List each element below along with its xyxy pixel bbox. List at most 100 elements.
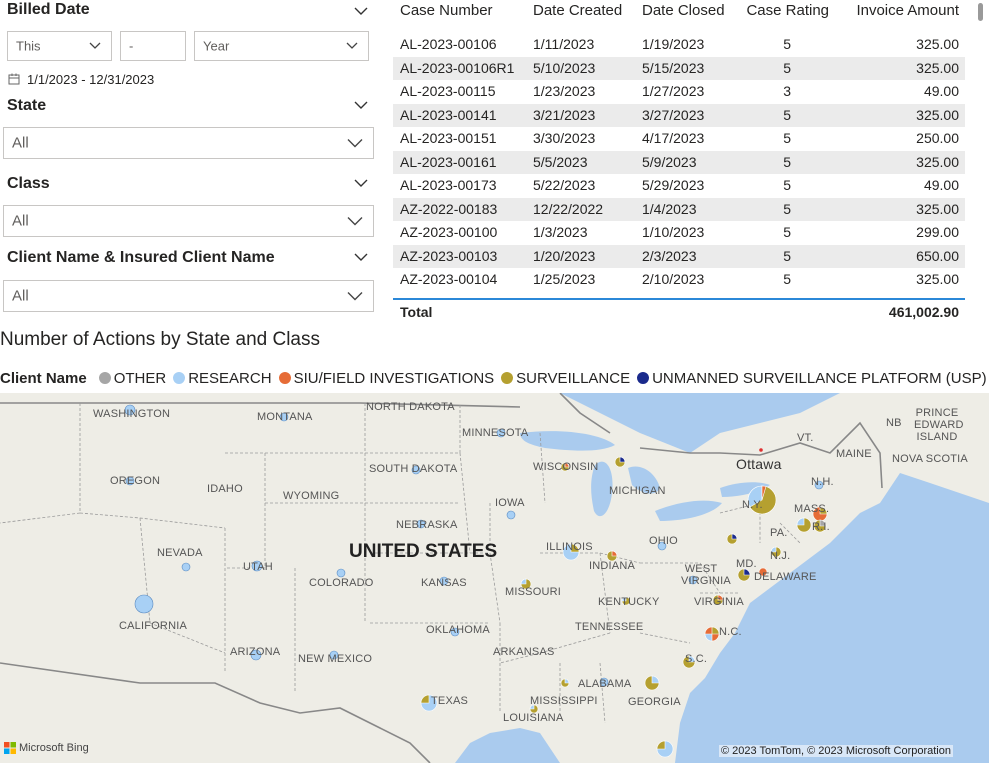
map-place-label: UTAH — [243, 561, 273, 573]
legend-dot-icon — [278, 372, 291, 384]
class-dropdown[interactable]: All — [3, 205, 374, 237]
date-count-value: - — [129, 38, 134, 54]
client-dropdown[interactable]: All — [3, 280, 374, 312]
table-cell: 1/3/2023 — [533, 224, 588, 240]
legend-dot-icon — [637, 372, 650, 384]
table-cell: AL-2023-00106R1 — [400, 59, 515, 76]
table-scrollbar[interactable] — [978, 3, 983, 21]
table-cell: 5 — [783, 130, 791, 146]
map-place-label: MINNESOTA — [462, 427, 529, 439]
header-case-number[interactable]: Case Number — [400, 2, 493, 19]
table-cell: 5/10/2023 — [533, 59, 596, 76]
map-place-label: N.H. — [811, 476, 834, 488]
table-row[interactable]: AL-2023-00106 1/11/2023 1/19/2023 5 325.00 — [393, 33, 965, 57]
map-place-label: GEORGIA — [628, 696, 681, 708]
table-cell: 3/30/2023 — [533, 130, 596, 146]
map-place-label: INDIANA — [589, 560, 636, 572]
table-cell: AZ-2022-00183 — [400, 200, 498, 217]
legend-item[interactable]: SIU/FIELD INVESTIGATIONS — [278, 370, 494, 387]
legend-item[interactable]: SURVEILLANCE — [501, 370, 630, 387]
map-place-label: ALABAMA — [578, 678, 632, 690]
map-place-label: ARKANSAS — [493, 646, 555, 658]
table-cell: 49.00 — [923, 83, 959, 99]
table-cell: 1/20/2023 — [533, 247, 596, 264]
table-cell: AL-2023-00173 — [400, 177, 497, 193]
table-row[interactable]: AL-2023-00141 3/21/2023 3/27/2023 5 325.00 — [393, 103, 965, 127]
table-cell: 5 — [783, 224, 791, 240]
table-cell: 1/25/2023 — [533, 271, 596, 287]
date-period-dropdown[interactable]: Year — [194, 31, 369, 61]
legend-label: UNMANNED SURVEILLANCE PLATFORM (USP) — [652, 369, 987, 387]
map-place-label: S.C. — [685, 653, 708, 665]
relative-date-dropdown[interactable]: This — [7, 31, 112, 61]
map-place-label: OKLAHOMA — [426, 624, 490, 636]
table-cell: 5 — [783, 271, 791, 287]
map-place-label: IDAHO — [207, 483, 243, 495]
legend-item[interactable]: OTHER — [98, 370, 166, 387]
map-place-label: KANSAS — [421, 577, 467, 589]
map-place-label: N.C. — [719, 626, 742, 638]
header-date-closed[interactable]: Date Closed — [642, 2, 725, 19]
legend-item[interactable]: UNMANNED SURVEILLANCE PLATFORM (USP) — [637, 370, 987, 387]
map-place-label: TENNESSEE — [575, 621, 644, 633]
legend-item[interactable]: RESEARCH — [173, 370, 272, 387]
date-count-input[interactable]: - — [120, 31, 186, 61]
us-map[interactable]: WASHINGTON MONTANA NORTH DAKOTA MINNESOTA PR… — [0, 393, 989, 763]
state-title: State — [7, 97, 47, 114]
chevron-down-icon[interactable] — [354, 252, 368, 262]
map-place-label: OREGON — [110, 475, 161, 487]
table-cell: AL-2023-00151 — [400, 130, 497, 146]
map-place-label: LOUISIANA — [503, 712, 564, 724]
table-cell: 1/4/2023 — [642, 200, 697, 217]
map-place-label: VT. — [797, 432, 814, 444]
total-separator — [393, 298, 965, 300]
chevron-down-icon[interactable] — [354, 178, 368, 188]
map-place-label: MICHIGAN — [609, 485, 666, 497]
table-cell: AZ-2023-00100 — [400, 224, 498, 240]
table-row[interactable]: AZ-2022-00183 12/22/2022 1/4/2023 5 325.00 — [393, 197, 965, 221]
table-cell: 49.00 — [923, 177, 959, 193]
chevron-down-icon[interactable] — [354, 100, 368, 110]
chevron-down-icon — [347, 292, 363, 301]
header-invoice-amount[interactable]: Invoice Amount — [856, 2, 959, 19]
table-row[interactable]: AL-2023-00115 1/23/2023 1/27/2023 3 49.00 — [393, 80, 965, 104]
table-row[interactable]: AL-2023-00161 5/5/2023 5/9/2023 5 325.00 — [393, 150, 965, 174]
table-cell: 5 — [783, 59, 791, 76]
table-cell: 5 — [783, 106, 791, 123]
table-cell: 325.00 — [916, 106, 959, 123]
table-row[interactable]: AZ-2023-00100 1/3/2023 1/10/2023 5 299.00 — [393, 221, 965, 245]
table-cell: AZ-2023-00103 — [400, 247, 498, 264]
map-place-label: COLORADO — [309, 577, 374, 589]
table-row[interactable]: AL-2023-00106R1 5/10/2023 5/15/2023 5 325.00 — [393, 56, 965, 80]
table-row[interactable]: AZ-2023-00104 1/25/2023 2/10/2023 5 325.00 — [393, 268, 965, 292]
map-place-label: NEBRASKA — [396, 519, 458, 531]
table-body: AL-2023-00106 1/11/2023 1/19/2023 5 325.00 AL… — [393, 33, 965, 292]
chevron-down-icon — [347, 139, 363, 148]
table-row[interactable]: AL-2023-00173 5/22/2023 5/29/2023 5 49.00 — [393, 174, 965, 198]
legend-label: SURVEILLANCE — [516, 369, 631, 387]
table-cell: AL-2023-00161 — [400, 153, 497, 170]
map-place-label: MASS. — [794, 503, 830, 515]
table-row[interactable]: AL-2023-00151 3/30/2023 4/17/2023 5 250.00 — [393, 127, 965, 151]
microsoft-logo-icon — [4, 742, 16, 754]
map-place-label: MD. — [736, 558, 757, 570]
table-row[interactable]: AZ-2023-00103 1/20/2023 2/3/2023 5 650.00 — [393, 244, 965, 268]
header-date-created[interactable]: Date Created — [533, 2, 622, 19]
header-case-rating[interactable]: Case Rating — [746, 2, 829, 19]
table-cell: 5 — [783, 36, 791, 52]
chevron-down-icon[interactable] — [354, 6, 368, 16]
map-place-label: MAINE — [836, 448, 872, 460]
table-cell: 325.00 — [916, 200, 959, 217]
table-cell: AL-2023-00115 — [400, 83, 496, 99]
state-dropdown[interactable]: All — [3, 127, 374, 159]
date-range-display: 1/1/2023 - 12/31/2023 — [8, 72, 154, 87]
table-total-row: Total 461,002.90 — [393, 301, 965, 323]
total-value: 461,002.90 — [888, 304, 959, 320]
map-place-label: NB — [886, 417, 902, 429]
map-place-label: MONTANA — [257, 411, 313, 423]
map-place-label: R.I. — [812, 521, 830, 533]
map-place-label: WYOMING — [283, 490, 340, 502]
calendar-icon — [8, 73, 20, 85]
map-place-label: MISSOURI — [505, 586, 561, 598]
map-place-label: PA. — [770, 527, 788, 539]
